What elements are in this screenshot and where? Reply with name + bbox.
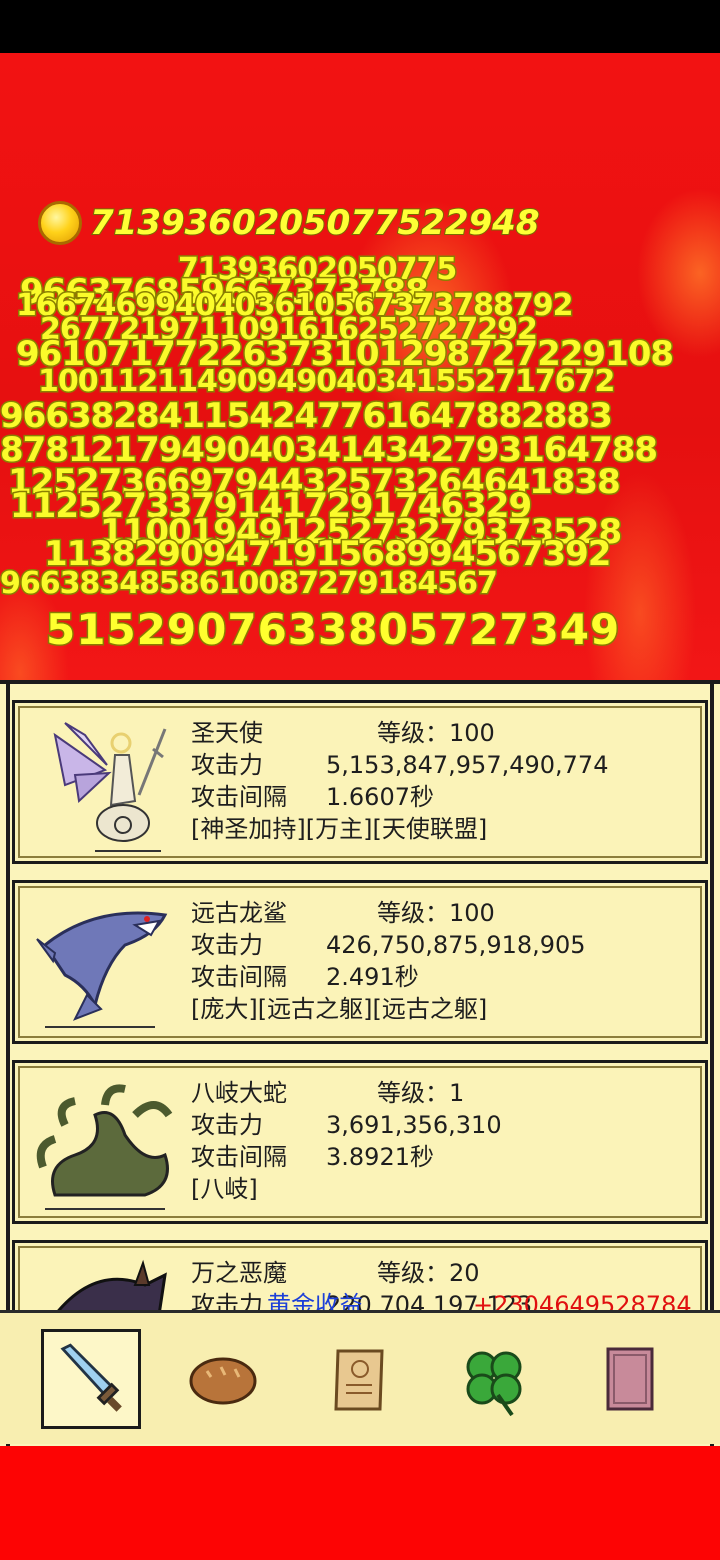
holy-angel-portrait	[53, 722, 167, 852]
unit-card-orochi[interactable]: 八岐大蛇 等级：1 攻击力 3,691,356,310 攻击间隔 3.8921秒 [八…	[12, 1060, 708, 1224]
unit-traits: [八岐]	[191, 1175, 258, 1203]
unit-info: 八岐大蛇 等级：1 攻击力 3,691,356,310 攻击间隔 3.8921秒 [八…	[191, 1077, 502, 1205]
damage-number: 10011211490949040341552717672	[36, 364, 616, 399]
scroll-icon	[334, 1349, 384, 1411]
nav-luck-tab[interactable]	[444, 1329, 544, 1429]
unit-name: 远古龙鲨	[191, 899, 287, 927]
book-icon	[606, 1347, 654, 1411]
attack-value: 426,750,875,918,905	[326, 931, 586, 959]
floating-damage-layer: 71393602050775 966376859667373788 166746…	[0, 53, 720, 680]
unit-name: 万之恶魔	[191, 1259, 287, 1287]
unit-traits: [神圣加持][万主][天使联盟]	[191, 815, 488, 843]
attack-label: 攻击力	[191, 1111, 263, 1139]
nav-book-tab[interactable]	[580, 1329, 680, 1429]
level-label: 等级：	[377, 719, 449, 747]
interval-value: 2.491秒	[326, 963, 419, 991]
nav-units-tab[interactable]	[41, 1329, 141, 1429]
unit-info: 万之恶魔 等级：20 攻击力 220,704,197,123 黄金收益 +23046…	[191, 1257, 692, 1314]
unit-card-holy-angel[interactable]: 圣天使 等级：100 攻击力 5,153,847,957,490,774 攻击间隔 1…	[12, 700, 708, 864]
gold-counter: 7139360205077522948	[38, 201, 540, 245]
unit-list[interactable]: 圣天使 等级：100 攻击力 5,153,847,957,490,774 攻击间隔 1…	[0, 684, 720, 1314]
attack-value: 5,153,847,957,490,774	[326, 751, 609, 779]
bread-icon	[189, 1357, 257, 1405]
sword-icon	[60, 1343, 122, 1412]
unit-name: 圣天使	[191, 719, 263, 747]
attack-value: 3,691,356,310	[326, 1111, 502, 1139]
nav-scroll-tab[interactable]	[310, 1329, 410, 1429]
damage-number: 9663834858610087279184567	[0, 566, 499, 601]
level-value: 1	[449, 1079, 465, 1107]
ancient-shark-portrait	[36, 911, 168, 1028]
unit-name: 八岐大蛇	[191, 1079, 287, 1107]
unit-info: 圣天使 等级：100 攻击力 5,153,847,957,490,774 攻击间隔 1…	[191, 717, 608, 845]
level-label: 等级：	[377, 899, 449, 927]
interval-label: 攻击间隔	[191, 963, 287, 991]
bottom-nav	[0, 1310, 720, 1444]
unit-traits: [庞大][远古之躯][远古之躯]	[191, 995, 488, 1023]
interval-label: 攻击间隔	[191, 783, 287, 811]
interval-value: 3.8921秒	[326, 1143, 434, 1171]
bottom-background	[0, 1446, 720, 1560]
unit-info: 远古龙鲨 等级：100 攻击力 426,750,875,918,905 攻击间隔 2.…	[191, 897, 586, 1025]
status-bar	[0, 0, 720, 53]
gold-value: 7139360205077522948	[89, 202, 540, 244]
unit-card-ancient-shark[interactable]: 远古龙鲨 等级：100 攻击力 426,750,875,918,905 攻击间隔 2.…	[12, 880, 708, 1044]
attack-label: 攻击力	[191, 751, 263, 779]
level-value: 20	[449, 1259, 480, 1287]
gold-coin-icon	[38, 201, 82, 245]
attack-label: 攻击力	[191, 931, 263, 959]
level-label: 等级：	[377, 1079, 449, 1107]
unit-card-demon[interactable]: 万之恶魔 等级：20 攻击力 220,704,197,123 黄金收益 +23046…	[12, 1240, 708, 1314]
total-damage: 5152907633805727349	[44, 604, 621, 656]
interval-label: 攻击间隔	[191, 1143, 287, 1171]
clover-icon	[466, 1351, 522, 1417]
damage-number: 966382841154247761647882883	[0, 396, 614, 436]
level-label: 等级：	[377, 1259, 449, 1287]
level-value: 100	[449, 719, 495, 747]
demon-portrait	[53, 1259, 167, 1314]
level-value: 100	[449, 899, 495, 927]
orochi-portrait	[36, 1084, 173, 1210]
battle-area[interactable]: 71393602050775 966376859667373788 166746…	[0, 53, 720, 680]
nav-food-tab[interactable]	[173, 1329, 273, 1429]
interval-value: 1.6607秒	[326, 783, 434, 811]
